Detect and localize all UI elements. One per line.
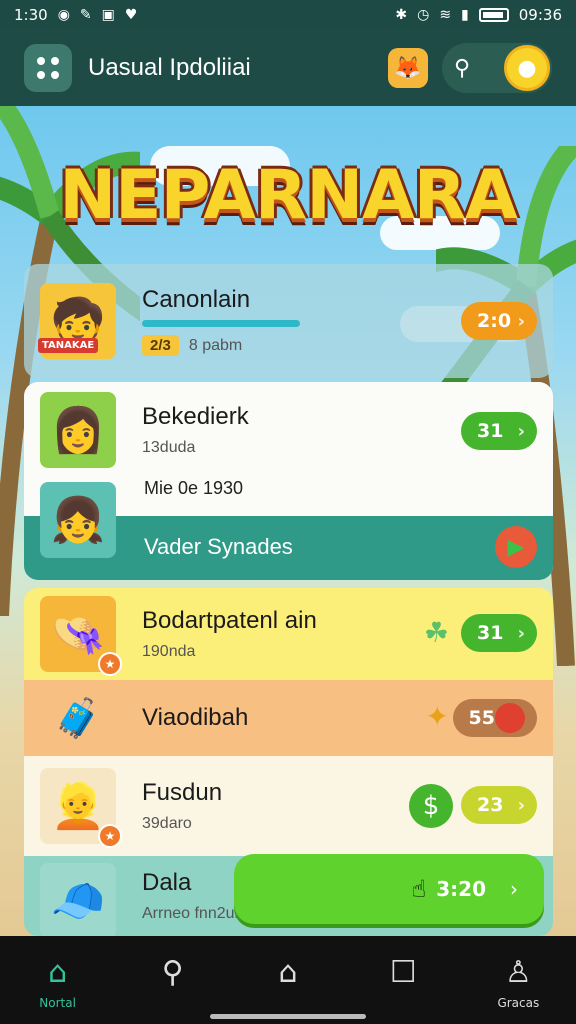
badge-dot: ★ bbox=[98, 652, 122, 676]
score-pill[interactable]: 2:0 › bbox=[461, 302, 537, 340]
score-value: 55 bbox=[468, 707, 495, 729]
character-icon: 👧 bbox=[50, 495, 106, 546]
avatar: 👧 bbox=[40, 482, 116, 558]
signal-icon: ▮ bbox=[461, 7, 469, 23]
card-info: Viaodibah bbox=[142, 704, 248, 732]
player-card-bodartpatenl[interactable]: 👒 ★ Bodartpatenl ain 190nda ☘ 31 › bbox=[24, 588, 553, 680]
home-icon: ⌂ bbox=[48, 955, 68, 990]
avatar-tag: TANAKAE bbox=[38, 338, 99, 353]
nav-house[interactable]: ⌂ bbox=[248, 956, 328, 996]
player-name: Viaodibah bbox=[142, 704, 249, 731]
score-pill[interactable]: 55 bbox=[452, 699, 537, 737]
card-info: Dala Arrneo fnn2ub bbox=[142, 869, 243, 923]
app-bar: Uasual Ipdoliiai 🦊 ⚲ ● bbox=[0, 30, 576, 106]
game-title: NEPARNARA bbox=[59, 156, 517, 235]
player-sub: 8 pabm bbox=[188, 336, 243, 354]
score-pill[interactable]: 31 › bbox=[461, 412, 537, 450]
nav-profile[interactable]: ♙ Gracas bbox=[478, 955, 558, 1011]
nav-search[interactable]: ⚲ bbox=[133, 956, 213, 996]
nav-label: Gracas bbox=[497, 996, 540, 1010]
home-indicator[interactable] bbox=[210, 1014, 366, 1019]
avatar: 👩 bbox=[40, 392, 116, 468]
app-icon: ▣ bbox=[101, 7, 115, 23]
menu-button[interactable] bbox=[24, 44, 72, 92]
puzzle-icon: ✦ bbox=[425, 700, 449, 733]
location-pin-icon: ⚲ bbox=[454, 55, 471, 81]
card-info: Bodartpatenl ain 190nda bbox=[142, 607, 317, 661]
status-time: 1:30 bbox=[14, 6, 48, 24]
card-info: Fusdun 39daro bbox=[142, 779, 222, 833]
progress-bar bbox=[142, 320, 300, 327]
play-cta-button[interactable]: ☝ 3:20 › bbox=[234, 854, 544, 924]
coin-icon: ● bbox=[504, 45, 550, 91]
character-icon: 👩 bbox=[50, 405, 106, 456]
player-sub: 39daro bbox=[142, 815, 192, 832]
status-clock: 09:36 bbox=[518, 6, 562, 24]
battery-icon bbox=[478, 8, 509, 22]
player-sub: 190nda bbox=[142, 643, 196, 660]
avatar: 🧒 TANAKAE bbox=[38, 283, 116, 359]
play-button[interactable]: ▶ bbox=[495, 526, 537, 568]
dollar-icon: $ bbox=[409, 784, 453, 828]
search-icon: ⚲ bbox=[161, 955, 184, 990]
bottom-nav: ⌂ Nortal ⚲ ⌂ ☐ ♙ Gracas bbox=[0, 936, 576, 1024]
player-card-bekedierk[interactable]: 👩 Bekedierk 13duda 31 › Mie 0e 1930 Vade… bbox=[24, 382, 553, 580]
badge-dot: ★ bbox=[98, 824, 122, 848]
band-label: Vader Synades bbox=[144, 534, 293, 559]
app-title: Uasual Ipdoliiai bbox=[88, 54, 251, 81]
nav-label: Nortal bbox=[39, 996, 76, 1010]
luggage-icon: 🧳 bbox=[54, 695, 102, 740]
chevron-right-icon: › bbox=[517, 310, 525, 332]
tool-icon: ✎ bbox=[79, 7, 92, 23]
player-name: Fusdun bbox=[142, 779, 223, 806]
notification-icon: ◉ bbox=[57, 7, 70, 23]
house-icon: ⌂ bbox=[278, 955, 298, 990]
player-name: Canonlain bbox=[142, 286, 251, 313]
cta-timer: 3:20 bbox=[436, 877, 486, 901]
card-info: Bekedierk 13duda bbox=[142, 403, 249, 457]
theme-toggle[interactable]: ⚲ ● bbox=[442, 43, 552, 93]
chevron-right-icon: › bbox=[517, 622, 525, 644]
score-value: 2:0 bbox=[477, 310, 512, 332]
chevron-right-icon: › bbox=[517, 794, 525, 816]
player-sub: Arrneo fnn2ub bbox=[142, 905, 244, 922]
heart-icon: ♥ bbox=[124, 7, 138, 23]
bluetooth-icon: ✱ bbox=[395, 7, 408, 23]
avatar: 👒 ★ bbox=[40, 596, 122, 676]
alarm-icon: ◷ bbox=[417, 7, 430, 23]
avatar: 🧳 bbox=[40, 688, 116, 748]
clover-icon: ☘ bbox=[423, 616, 449, 649]
level-badge: 2/3 bbox=[142, 335, 179, 356]
profile-icon: ♙ bbox=[504, 955, 532, 990]
score-pill[interactable]: 23 › bbox=[461, 786, 537, 824]
chevron-right-icon: › bbox=[517, 420, 525, 442]
nav-square[interactable]: ☐ bbox=[363, 956, 443, 996]
player-card-fusdun[interactable]: 👱 ★ Fusdun 39daro $ 23 › bbox=[24, 756, 553, 856]
chevron-right-icon: › bbox=[510, 877, 518, 901]
player-card-viaodibah[interactable]: 🧳 Viaodibah ✦ 55 bbox=[24, 680, 553, 756]
status-bar: 1:30 ◉ ✎ ▣ ♥ ✱ ◷ ≋ ▮ 09:36 bbox=[0, 0, 576, 30]
nav-home[interactable]: ⌂ Nortal bbox=[18, 955, 98, 1011]
avatar: 🧢 bbox=[40, 863, 116, 936]
card-info: Canonlain 2/3 8 pabm bbox=[142, 286, 300, 356]
character-icon: 🧢 bbox=[50, 876, 106, 927]
character-icon: 👱 bbox=[50, 781, 106, 832]
player-name: Bodartpatenl ain bbox=[142, 607, 317, 634]
fox-icon[interactable]: 🦊 bbox=[388, 48, 428, 88]
avatar: 👱 ★ bbox=[40, 768, 122, 848]
score-value: 31 bbox=[477, 622, 504, 644]
record-icon bbox=[495, 703, 525, 733]
player-card-canonlain[interactable]: 🧒 TANAKAE Canonlain 2/3 8 pabm 2:0 › bbox=[24, 264, 553, 378]
score-pill[interactable]: 31 › bbox=[461, 614, 537, 652]
player-name: Dala bbox=[142, 869, 192, 896]
square-icon: ☐ bbox=[389, 955, 417, 990]
character-icon: 👒 bbox=[50, 609, 106, 660]
player-sub: 13duda bbox=[142, 439, 196, 456]
hand-icon: ☝ bbox=[411, 875, 427, 903]
player-note: Mie 0e 1930 bbox=[144, 478, 244, 498]
score-value: 31 bbox=[477, 420, 504, 442]
wifi-icon: ≋ bbox=[439, 7, 452, 23]
score-value: 23 bbox=[477, 794, 504, 816]
player-name: Bekedierk bbox=[142, 403, 249, 430]
